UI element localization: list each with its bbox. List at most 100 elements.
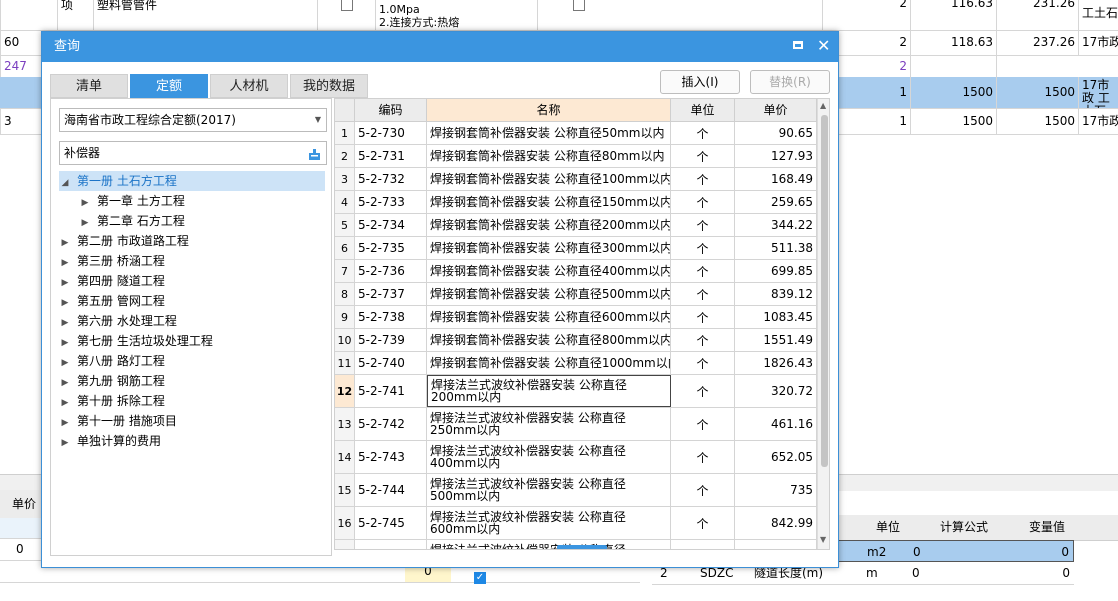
- table-row[interactable]: 6 5-2-735 焊接钢套筒补偿器安装 公称直径300mm以内 个 511.38: [335, 237, 817, 260]
- unit-cell-text: 个: [696, 149, 709, 164]
- collapse-handle[interactable]: [557, 545, 607, 549]
- collapsed-arrow-icon[interactable]: ▶: [59, 353, 71, 373]
- row-number-text: 1: [341, 126, 348, 140]
- tree-item[interactable]: ▶ 第十一册 措施项目: [59, 411, 325, 431]
- col-header-formula: 计算公式: [939, 520, 988, 534]
- bg-cell: 1500: [910, 108, 996, 134]
- unit-price-tab[interactable]: 单价: [12, 490, 36, 518]
- tab-quota[interactable]: 定额: [130, 74, 208, 98]
- col-header-code[interactable]: 编码: [355, 99, 427, 122]
- table-row[interactable]: 2 5-2-731 焊接钢套筒补偿器安装 公称直径80mm以内 个 127.93: [335, 145, 817, 168]
- tree-item[interactable]: ▶ 第一章 土方工程: [59, 191, 325, 211]
- code-cell: 5-2-741: [355, 375, 427, 407]
- bg-cell: 项: [57, 0, 93, 30]
- collapsed-arrow-icon[interactable]: ▶: [59, 393, 71, 413]
- table-row[interactable]: 7 5-2-736 焊接钢套筒补偿器安装 公称直径400mm以内 个 699.85: [335, 260, 817, 283]
- row-number-text: 9: [341, 310, 348, 324]
- expanded-arrow-icon[interactable]: ◢: [59, 173, 71, 193]
- vertical-scrollbar[interactable]: ▲ ▼: [817, 99, 829, 549]
- table-row[interactable]: 5 5-2-734 焊接钢套筒补偿器安装 公称直径200mm以内 个 344.22: [335, 214, 817, 237]
- col-header-name[interactable]: 名称: [427, 99, 671, 122]
- locate-icon[interactable]: [308, 146, 321, 160]
- tree-item[interactable]: ▶ 第二册 市政道路工程: [59, 231, 325, 251]
- price-cell-text: 461.16: [771, 417, 813, 431]
- collapsed-arrow-icon[interactable]: ▶: [59, 233, 71, 253]
- price-cell: 511.38: [735, 237, 817, 259]
- collapsed-arrow-icon[interactable]: ▶: [59, 253, 71, 273]
- tree-item[interactable]: ▶ 第四册 隧道工程: [59, 271, 325, 291]
- tree-item[interactable]: ▶ 第三册 桥涵工程: [59, 251, 325, 271]
- col-header-price[interactable]: 单价: [735, 99, 817, 122]
- tree-item[interactable]: ▶ 第五册 管网工程: [59, 291, 325, 311]
- table-row[interactable]: 10 5-2-739 焊接钢套筒补偿器安装 公称直径800mm以内 个 1551.49: [335, 329, 817, 352]
- code-cell-text: 5-2-738: [358, 310, 405, 324]
- maximize-icon[interactable]: [793, 41, 803, 49]
- code-cell-text: 5-2-730: [358, 126, 405, 140]
- table-row[interactable]: 16 5-2-745 焊接法兰式波纹补偿器安装 公称直径600mm以内 个 842.99: [335, 507, 817, 540]
- tree-item[interactable]: ▶ 第七册 生活垃圾处理工程: [59, 331, 325, 351]
- price-cell: 699.85: [735, 260, 817, 282]
- table-row[interactable]: 9 5-2-738 焊接钢套筒补偿器安装 公称直径600mm以内 个 1083.45: [335, 306, 817, 329]
- table-row[interactable]: 11 5-2-740 焊接钢套筒补偿器安装 公称直径1000mm以内 个 1826.43: [335, 352, 817, 375]
- search-input[interactable]: 补偿器: [59, 141, 327, 165]
- table-row[interactable]: 1 5-2-730 焊接钢套筒补偿器安装 公称直径50mm以内 个 90.65: [335, 122, 817, 145]
- bg-checkbox-cell[interactable]: [317, 0, 375, 30]
- bg-cell: 116.63: [910, 0, 996, 30]
- table-row[interactable]: 8 5-2-737 焊接钢套筒补偿器安装 公称直径500mm以内 个 839.12: [335, 283, 817, 306]
- tree-item[interactable]: ▶ 第九册 钢筋工程: [59, 371, 325, 391]
- table-row[interactable]: 14 5-2-743 焊接法兰式波纹补偿器安装 公称直径400mm以内 个 652.05: [335, 441, 817, 474]
- tree-item[interactable]: ▶ 第二章 石方工程: [59, 211, 325, 231]
- unit-cell-text: 个: [696, 241, 709, 256]
- price-cell-text: 652.05: [771, 450, 813, 464]
- table-row[interactable]: 15 5-2-744 焊接法兰式波纹补偿器安装 公称直径500mm以内 个 735: [335, 474, 817, 507]
- table-row[interactable]: 3 5-2-732 焊接钢套筒补偿器安装 公称直径100mm以内 个 168.49: [335, 168, 817, 191]
- price-cell: 461.16: [735, 408, 817, 440]
- table-row[interactable]: 13 5-2-742 焊接法兰式波纹补偿器安装 公称直径250mm以内 个 461.16: [335, 408, 817, 441]
- tree-item-label: 第七册 生活垃圾处理工程: [77, 334, 213, 348]
- code-cell-text: 5-2-735: [358, 241, 405, 255]
- collapsed-arrow-icon[interactable]: ▶: [79, 213, 91, 233]
- code-cell: 5-2-733: [355, 191, 427, 213]
- dialog-title-bar[interactable]: 查询 ✕: [42, 32, 838, 62]
- unit-cell-text: 个: [696, 126, 709, 141]
- tab-labor-material-machine[interactable]: 人材机: [210, 74, 288, 98]
- table-row[interactable]: 12 5-2-741 焊接法兰式波纹补偿器安装 公称直径200mm以内 个 320.72: [335, 375, 817, 408]
- bg-cell: 118.63: [910, 30, 996, 55]
- table-row[interactable]: 项 塑料管管件 1.0Mpa 2.连接方式:热熔 2 116.63 231.26…: [0, 0, 1118, 31]
- bg-cell: 237.26: [996, 30, 1078, 55]
- name-cell-text: 焊接钢套筒补偿器安装 公称直径600mm以内: [430, 310, 671, 324]
- library-select[interactable]: 海南省市政工程综合定额(2017) ▼: [59, 108, 327, 132]
- collapsed-arrow-icon[interactable]: ▶: [59, 433, 71, 453]
- price-cell: 90.65: [735, 122, 817, 144]
- row-number-text: 4: [341, 195, 348, 209]
- replace-button[interactable]: 替换(R): [750, 70, 830, 94]
- collapsed-arrow-icon[interactable]: ▶: [59, 313, 71, 333]
- row-number-text: 13: [337, 417, 352, 431]
- close-icon[interactable]: ✕: [817, 36, 830, 56]
- tree-item[interactable]: ▶ 单独计算的费用: [59, 431, 325, 451]
- tab-bill[interactable]: 清单: [50, 74, 128, 98]
- price-cell-text: 168.49: [771, 172, 813, 186]
- scroll-down-icon[interactable]: ▼: [820, 535, 826, 544]
- collapsed-arrow-icon[interactable]: ▶: [59, 413, 71, 433]
- collapsed-arrow-icon[interactable]: ▶: [79, 193, 91, 213]
- row-number: 3: [335, 168, 355, 190]
- checkbox[interactable]: ✓: [474, 565, 486, 587]
- tree-item[interactable]: ▶ 第十册 拆除工程: [59, 391, 325, 411]
- tab-my-data[interactable]: 我的数据: [290, 74, 368, 98]
- collapsed-arrow-icon[interactable]: ▶: [59, 373, 71, 393]
- collapsed-arrow-icon[interactable]: ▶: [59, 273, 71, 293]
- checkbox[interactable]: [572, 0, 585, 11]
- tree-item[interactable]: ▶ 第六册 水处理工程: [59, 311, 325, 331]
- collapsed-arrow-icon[interactable]: ▶: [59, 293, 71, 313]
- bg-checkbox-cell[interactable]: [537, 0, 619, 30]
- checkbox[interactable]: [340, 0, 353, 11]
- scroll-up-icon[interactable]: ▲: [820, 101, 826, 110]
- col-header-unit[interactable]: 单位: [671, 99, 735, 122]
- scrollbar-thumb[interactable]: [821, 115, 828, 467]
- tree-item[interactable]: ◢ 第一册 土石方工程: [59, 171, 325, 191]
- collapsed-arrow-icon[interactable]: ▶: [59, 333, 71, 353]
- table-row[interactable]: 4 5-2-733 焊接钢套筒补偿器安装 公称直径150mm以内 个 259.65: [335, 191, 817, 214]
- insert-button[interactable]: 插入(I): [660, 70, 740, 94]
- tree-item[interactable]: ▶ 第八册 路灯工程: [59, 351, 325, 371]
